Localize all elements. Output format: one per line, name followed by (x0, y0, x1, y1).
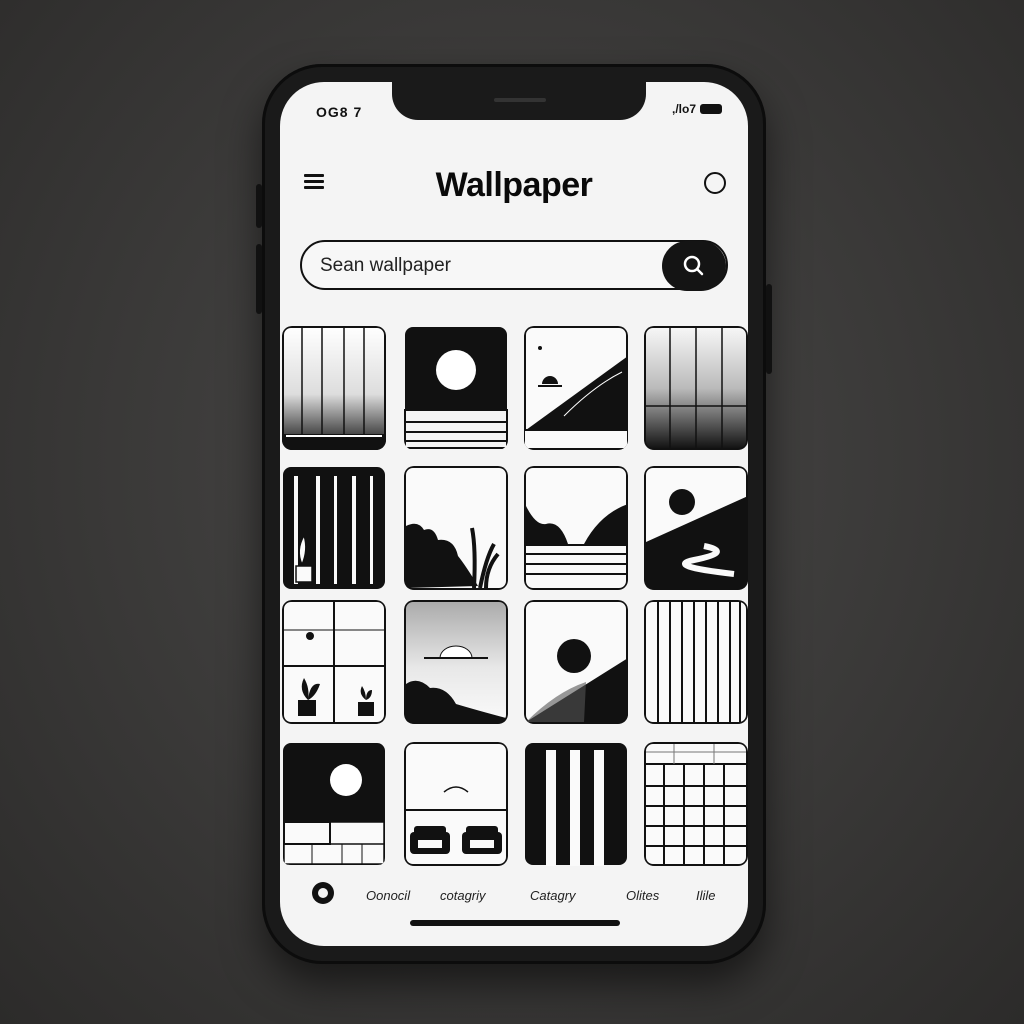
wallpaper-tile-moon-over-water[interactable] (404, 326, 508, 450)
nav-item-4[interactable]: Olites (626, 888, 659, 903)
status-time: OG8 7 (316, 104, 363, 120)
search-icon (683, 255, 704, 276)
home-icon[interactable] (312, 882, 334, 904)
wallpaper-tile-vertical-lines[interactable] (644, 600, 748, 724)
volume-up-button (256, 184, 262, 228)
search-input[interactable]: Sean wallpaper (320, 255, 451, 277)
wallpaper-tile-sun-winding-river[interactable] (644, 466, 748, 590)
wallpaper-tile-window-plants[interactable] (282, 600, 386, 724)
page-title: Wallpaper (435, 166, 593, 204)
wallpaper-tile-vertical-stripes-grass[interactable] (282, 326, 386, 450)
circle-profile-icon[interactable] (704, 172, 726, 194)
nav-item-1[interactable]: Oonocil (366, 888, 410, 903)
notch (392, 82, 646, 120)
wallpaper-tile-plants-silhouette[interactable] (404, 466, 508, 590)
bottom-nav: Oonocil cotagriy Catagry Olites Ilile (280, 882, 748, 922)
wallpaper-tile-moon-sofa[interactable] (282, 742, 386, 866)
wallpaper-tile-sun-hill[interactable] (524, 600, 628, 724)
speaker-grille (494, 98, 546, 102)
home-indicator[interactable] (410, 920, 620, 926)
wallpaper-tile-curtain-plant[interactable] (282, 466, 386, 590)
search-button[interactable] (662, 241, 726, 291)
nav-item-3[interactable]: Catagry (530, 888, 576, 903)
nav-item-5[interactable]: Ilile (696, 888, 716, 903)
signal-text: ,/lo7 (671, 102, 696, 116)
battery-icon (700, 104, 722, 114)
search-bar[interactable]: Sean wallpaper (300, 240, 728, 291)
wallpaper-tile-mountain-slope-sun[interactable] (524, 326, 628, 450)
nav-item-2[interactable]: cotagriy (440, 888, 486, 903)
phone-screen: OG8 7 ,/lo7 Wallpaper Sean wallpaper Oon… (280, 82, 748, 946)
wallpaper-tile-sunset-gradient[interactable] (404, 600, 508, 724)
wallpaper-tile-valley-lake[interactable] (524, 466, 628, 590)
volume-down-button (256, 244, 262, 314)
power-button (766, 284, 772, 374)
wallpaper-tile-stripes-gradient[interactable] (644, 326, 748, 450)
wallpaper-tile-couches-room[interactable] (404, 742, 508, 866)
phone-device: OG8 7 ,/lo7 Wallpaper Sean wallpaper Oon… (256, 64, 772, 964)
wallpaper-tile-bold-stripes[interactable] (524, 742, 628, 866)
status-indicators: ,/lo7 (672, 102, 722, 116)
wallpaper-tile-grid-tiles[interactable] (644, 742, 748, 866)
